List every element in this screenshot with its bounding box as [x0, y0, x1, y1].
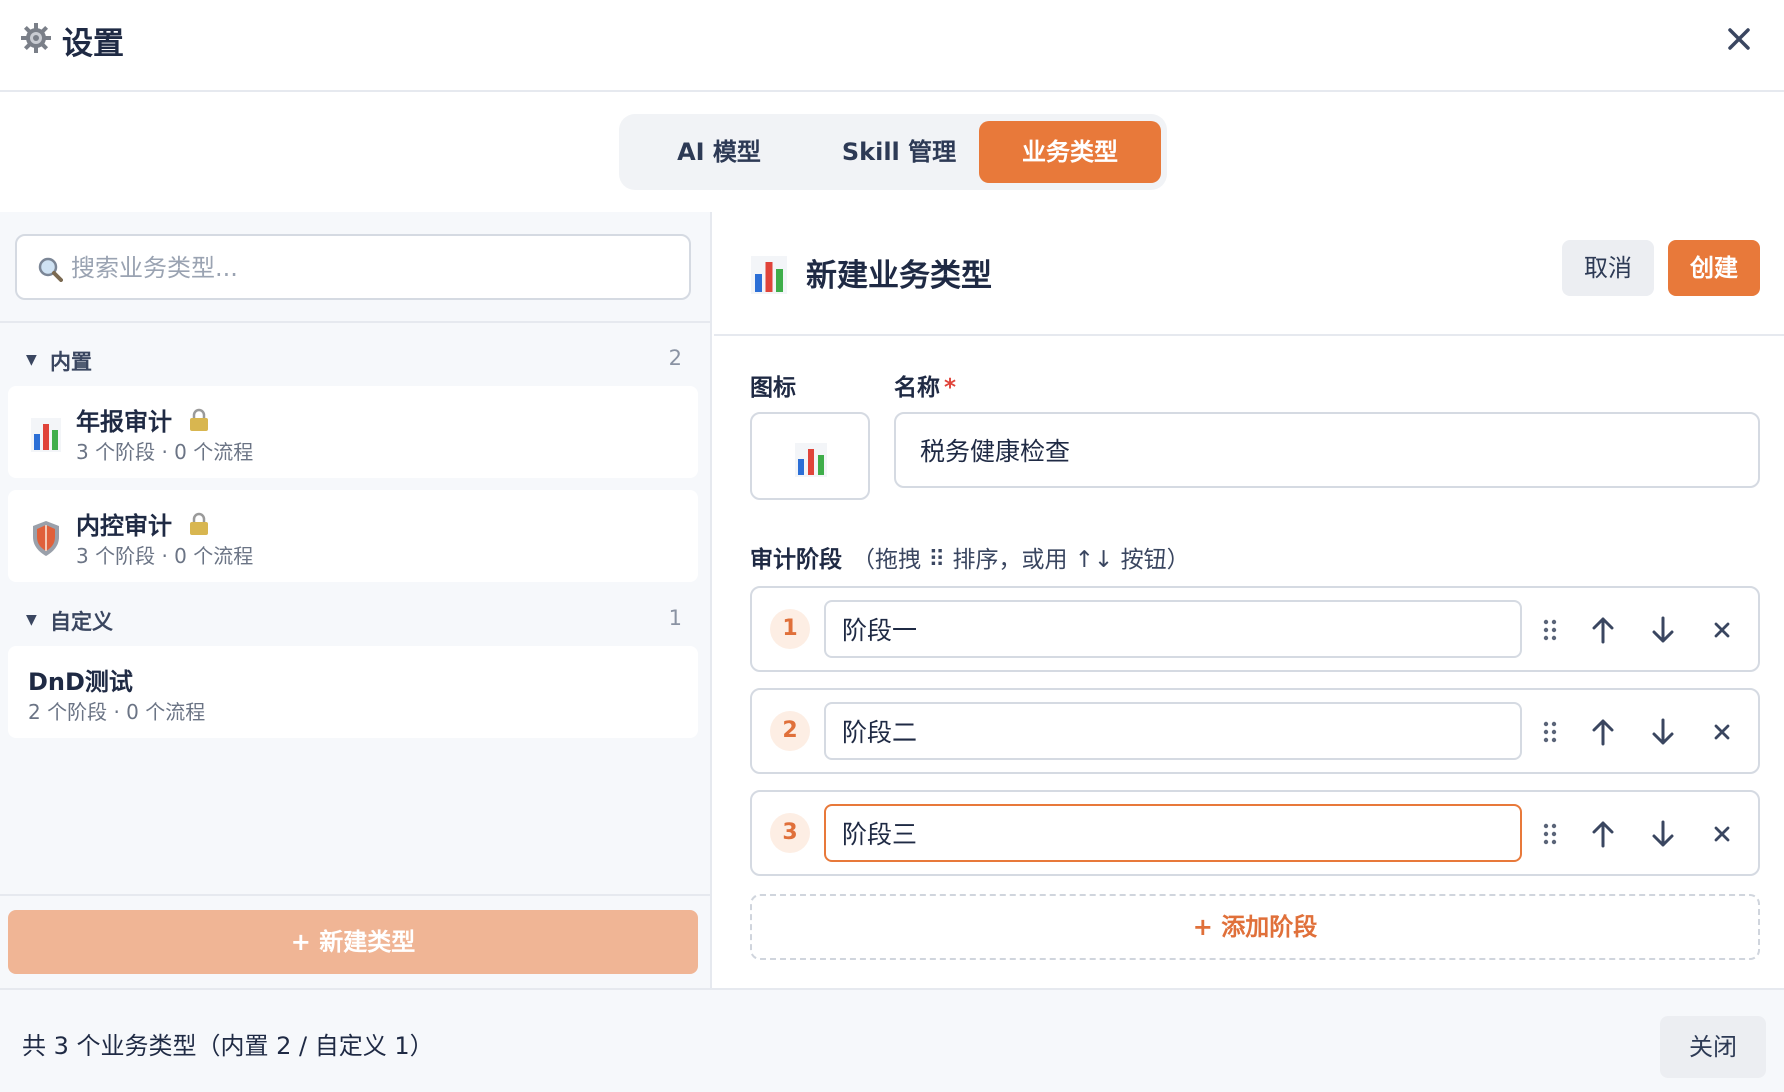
name-label-text: 名称: [894, 375, 940, 401]
stages-label-row: 审计阶段 （拖拽 ⠿ 排序，或用 ↑↓ 按钮）: [750, 540, 1190, 574]
icon-label: 图标: [750, 375, 796, 401]
move-down-icon[interactable]: [1648, 614, 1678, 646]
caret-down-icon: ▼: [26, 612, 37, 628]
search-input[interactable]: [71, 246, 671, 290]
shield-icon: [33, 521, 59, 556]
group-label: 内置: [50, 350, 92, 374]
name-input[interactable]: [894, 412, 1760, 488]
bar-chart-icon: [751, 256, 787, 294]
stage-number: 3: [770, 813, 810, 853]
item-title: 内控审计: [76, 512, 172, 540]
stage-number: 1: [770, 609, 810, 649]
group-header-custom[interactable]: ▼ 自定义 1: [0, 604, 710, 640]
item-subtitle: 2 个阶段 · 0 个流程: [28, 700, 206, 724]
business-type-list-panel: ▼ 内置 2 年报审计 3 个阶段 · 0 个流程: [0, 212, 712, 988]
remove-stage-icon[interactable]: [1710, 618, 1734, 642]
divider: [714, 334, 1784, 336]
move-down-icon[interactable]: [1648, 716, 1678, 748]
dialog-header: 设置: [0, 0, 1784, 92]
lock-icon: [190, 408, 208, 431]
summary-text: 共 3 个业务类型（内置 2 / 自定义 1）: [22, 1032, 434, 1060]
group-header-builtin[interactable]: ▼ 内置 2: [0, 344, 710, 380]
close-icon[interactable]: [1722, 22, 1756, 56]
group-count: 2: [668, 346, 682, 370]
required-mark: *: [944, 375, 957, 401]
form-title: 新建业务类型: [806, 258, 992, 294]
drag-handle-icon[interactable]: [1542, 720, 1558, 744]
caret-down-icon: ▼: [26, 352, 37, 368]
stages-label: 审计阶段: [750, 547, 842, 573]
dialog-title: 设置: [62, 26, 124, 62]
create-button[interactable]: 创建: [1668, 240, 1760, 296]
drag-handle-icon[interactable]: [1542, 822, 1558, 846]
list-item-internal-control-audit[interactable]: 内控审计 3 个阶段 · 0 个流程: [8, 490, 698, 582]
dialog-footer: 共 3 个业务类型（内置 2 / 自定义 1） 关闭: [0, 988, 1784, 1092]
tab-skill-management[interactable]: Skill 管理: [814, 121, 984, 183]
item-subtitle: 3 个阶段 · 0 个流程: [76, 440, 254, 464]
stage-row: 2: [750, 688, 1760, 774]
lock-icon: [190, 512, 208, 535]
stages-hint: （拖拽 ⠿ 排序，或用 ↑↓ 按钮）: [852, 547, 1190, 573]
group-label: 自定义: [50, 610, 113, 634]
move-up-icon[interactable]: [1588, 614, 1618, 646]
remove-stage-icon[interactable]: [1710, 720, 1734, 744]
settings-dialog: 设置 AI 模型 Skill 管理 业务类型 ▼ 内置 2: [0, 0, 1784, 1092]
tab-ai-model[interactable]: AI 模型: [639, 121, 799, 183]
group-count: 1: [668, 606, 682, 630]
close-button[interactable]: 关闭: [1660, 1016, 1766, 1078]
bar-chart-icon: [795, 443, 827, 477]
name-label: 名称 *: [894, 368, 956, 402]
new-type-button[interactable]: + 新建类型: [8, 910, 698, 974]
new-business-type-form: 新建业务类型 取消 创建 图标 名称* 审计阶段 （拖拽 ⠿ 排序，或用 ↑↓ 按…: [714, 212, 1784, 988]
stage-name-input[interactable]: [824, 804, 1522, 862]
gear-icon: [21, 23, 51, 53]
settings-tabs: AI 模型 Skill 管理 业务类型: [619, 114, 1167, 190]
stage-row: 1: [750, 586, 1760, 672]
stage-row: 3: [750, 790, 1760, 876]
item-subtitle: 3 个阶段 · 0 个流程: [76, 544, 254, 568]
search-box: [15, 234, 691, 300]
divider: [0, 894, 710, 896]
list-item-annual-audit[interactable]: 年报审计 3 个阶段 · 0 个流程: [8, 386, 698, 478]
drag-handle-icon[interactable]: [1542, 618, 1558, 642]
stage-name-input[interactable]: [824, 600, 1522, 658]
bar-chart-icon: [31, 418, 61, 452]
remove-stage-icon[interactable]: [1710, 822, 1734, 846]
move-up-icon[interactable]: [1588, 818, 1618, 850]
move-up-icon[interactable]: [1588, 716, 1618, 748]
item-title: 年报审计: [76, 408, 172, 436]
stage-name-input[interactable]: [824, 702, 1522, 760]
add-stage-button[interactable]: + 添加阶段: [750, 894, 1760, 960]
search-icon: [38, 257, 63, 282]
stage-number: 2: [770, 711, 810, 751]
divider: [0, 321, 710, 323]
list-item-dnd-test[interactable]: DnD测试 2 个阶段 · 0 个流程: [8, 646, 698, 738]
icon-picker[interactable]: [750, 412, 870, 500]
item-title: DnD测试: [28, 668, 133, 696]
cancel-button[interactable]: 取消: [1562, 240, 1654, 296]
tab-business-type[interactable]: 业务类型: [979, 121, 1161, 183]
move-down-icon[interactable]: [1648, 818, 1678, 850]
